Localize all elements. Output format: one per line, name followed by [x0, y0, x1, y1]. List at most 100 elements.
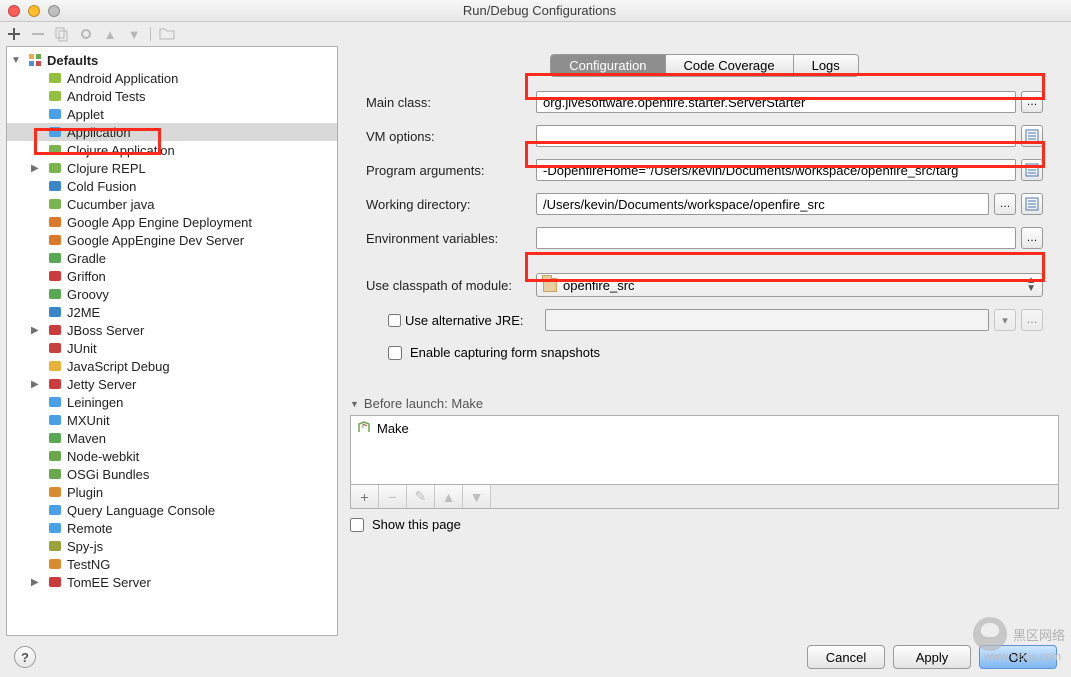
tree-item-label: Android Tests	[67, 89, 146, 104]
titlebar: Run/Debug Configurations	[0, 0, 1071, 22]
cancel-button[interactable]: Cancel	[807, 645, 885, 669]
before-launch-item[interactable]: Make	[353, 418, 1056, 439]
bl-up-button[interactable]: ▲	[435, 485, 463, 508]
remove-config-button[interactable]	[30, 26, 46, 42]
watermark: 黑区网络	[973, 617, 1065, 651]
tree-item-google-appengine-dev-server[interactable]: Google AppEngine Dev Server	[7, 231, 337, 249]
tree-item-griffon[interactable]: Griffon	[7, 267, 337, 285]
config-type-icon	[47, 268, 63, 284]
tree-item-applet[interactable]: Applet	[7, 105, 337, 123]
before-launch-toolbar: + − ✎ ▲ ▼	[350, 485, 1059, 509]
tree-item-remote[interactable]: Remote	[7, 519, 337, 537]
copy-config-button[interactable]	[54, 26, 70, 42]
watermark-sub: www.heiqu.com	[984, 651, 1061, 663]
apply-button[interactable]: Apply	[893, 645, 971, 669]
vm-options-expand-button[interactable]	[1021, 125, 1043, 147]
tree-item-cold-fusion[interactable]: Cold Fusion	[7, 177, 337, 195]
tree-item-mxunit[interactable]: MXUnit	[7, 411, 337, 429]
config-type-icon	[47, 88, 63, 104]
tab-configuration[interactable]: Configuration	[551, 55, 665, 76]
folder-button[interactable]	[159, 26, 175, 42]
disclosure-icon: ▶	[31, 379, 43, 390]
tree-item-clojure-application[interactable]: Clojure Application	[7, 141, 337, 159]
config-type-icon	[47, 358, 63, 374]
tree-item-testng[interactable]: TestNG	[7, 555, 337, 573]
config-type-icon	[47, 142, 63, 158]
main-class-browse-button[interactable]: …	[1021, 91, 1043, 113]
tree-item-label: Plugin	[67, 485, 103, 500]
tab-logs[interactable]: Logs	[794, 55, 858, 76]
env-vars-browse-button[interactable]: …	[1021, 227, 1043, 249]
tree-item-label: Jetty Server	[67, 377, 136, 392]
tab-code-coverage[interactable]: Code Coverage	[666, 55, 794, 76]
dropdown-arrows-icon: ▲▼	[1026, 277, 1036, 293]
window-zoom-button[interactable]	[48, 5, 60, 17]
tree-item-j2me[interactable]: J2ME	[7, 303, 337, 321]
disclosure-triangle-icon: ▼	[350, 399, 359, 409]
tree-item-label: JavaScript Debug	[67, 359, 170, 374]
tree-item-application[interactable]: Application	[7, 123, 337, 141]
tree-item-node-webkit[interactable]: Node-webkit	[7, 447, 337, 465]
tree-item-cucumber-java[interactable]: Cucumber java	[7, 195, 337, 213]
config-type-icon	[47, 412, 63, 428]
tree-item-osgi-bundles[interactable]: OSGi Bundles	[7, 465, 337, 483]
tree-item-label: Spy-js	[67, 539, 103, 554]
main-class-label: Main class:	[366, 95, 536, 110]
alt-jre-checkbox[interactable]	[388, 314, 401, 327]
working-dir-expand-button[interactable]	[1021, 193, 1043, 215]
tree-item-android-tests[interactable]: Android Tests	[7, 87, 337, 105]
tree-item-maven[interactable]: Maven	[7, 429, 337, 447]
config-tree[interactable]: ▼ Defaults Android Application Android Te…	[6, 46, 338, 636]
tree-item-label: Clojure REPL	[67, 161, 146, 176]
add-config-button[interactable]	[6, 26, 22, 42]
bl-add-button[interactable]: +	[351, 485, 379, 508]
tree-item-gradle[interactable]: Gradle	[7, 249, 337, 267]
tree-item-google-app-engine-deployment[interactable]: Google App Engine Deployment	[7, 213, 337, 231]
move-down-button[interactable]: ▼	[126, 26, 142, 42]
snapshots-checkbox[interactable]	[388, 346, 402, 360]
tree-defaults[interactable]: ▼ Defaults	[7, 51, 337, 69]
tree-item-clojure-repl[interactable]: ▶Clojure REPL	[7, 159, 337, 177]
tree-item-label: TomEE Server	[67, 575, 151, 590]
window-minimize-button[interactable]	[28, 5, 40, 17]
show-this-page-checkbox[interactable]	[350, 518, 364, 532]
defaults-icon	[27, 52, 43, 68]
module-select[interactable]: openfire_src ▲▼	[536, 273, 1043, 297]
bl-edit-button[interactable]: ✎	[407, 485, 435, 508]
tree-item-jboss-server[interactable]: ▶JBoss Server	[7, 321, 337, 339]
window-close-button[interactable]	[8, 5, 20, 17]
move-up-button[interactable]: ▲	[102, 26, 118, 42]
watermark-text: 黑区网络	[1013, 625, 1065, 644]
program-args-input[interactable]	[536, 159, 1016, 181]
tree-item-label: Android Application	[67, 71, 178, 86]
bl-down-button[interactable]: ▼	[463, 485, 491, 508]
tree-item-spy-js[interactable]: Spy-js	[7, 537, 337, 555]
env-vars-input[interactable]	[536, 227, 1016, 249]
vm-options-label: VM options:	[366, 129, 536, 144]
tree-item-leiningen[interactable]: Leiningen	[7, 393, 337, 411]
help-button[interactable]: ?	[14, 646, 36, 668]
tree-item-junit[interactable]: JUnit	[7, 339, 337, 357]
main-class-input[interactable]	[536, 91, 1016, 113]
tree-item-groovy[interactable]: Groovy	[7, 285, 337, 303]
vm-options-input[interactable]	[536, 125, 1016, 147]
config-type-icon	[47, 106, 63, 122]
working-dir-input[interactable]	[536, 193, 989, 215]
alt-jre-browse-button: …	[1021, 309, 1043, 331]
tree-item-android-application[interactable]: Android Application	[7, 69, 337, 87]
program-args-expand-button[interactable]	[1021, 159, 1043, 181]
tree-item-jetty-server[interactable]: ▶ Jetty Server	[7, 375, 337, 393]
program-args-label: Program arguments:	[366, 163, 536, 178]
before-launch-list[interactable]: Make	[350, 415, 1059, 485]
working-dir-browse-button[interactable]: …	[994, 193, 1016, 215]
config-type-icon	[47, 520, 63, 536]
settings-button[interactable]	[78, 26, 94, 42]
before-launch-header[interactable]: ▼ Before launch: Make	[350, 396, 1059, 411]
tree-item-label: Maven	[67, 431, 106, 446]
tree-item-query-language-console[interactable]: Query Language Console	[7, 501, 337, 519]
tree-item-plugin[interactable]: Plugin	[7, 483, 337, 501]
tree-item-javascript-debug[interactable]: JavaScript Debug	[7, 357, 337, 375]
config-type-icon	[47, 484, 63, 500]
tree-item-tomee-server[interactable]: ▶TomEE Server	[7, 573, 337, 591]
bl-remove-button[interactable]: −	[379, 485, 407, 508]
